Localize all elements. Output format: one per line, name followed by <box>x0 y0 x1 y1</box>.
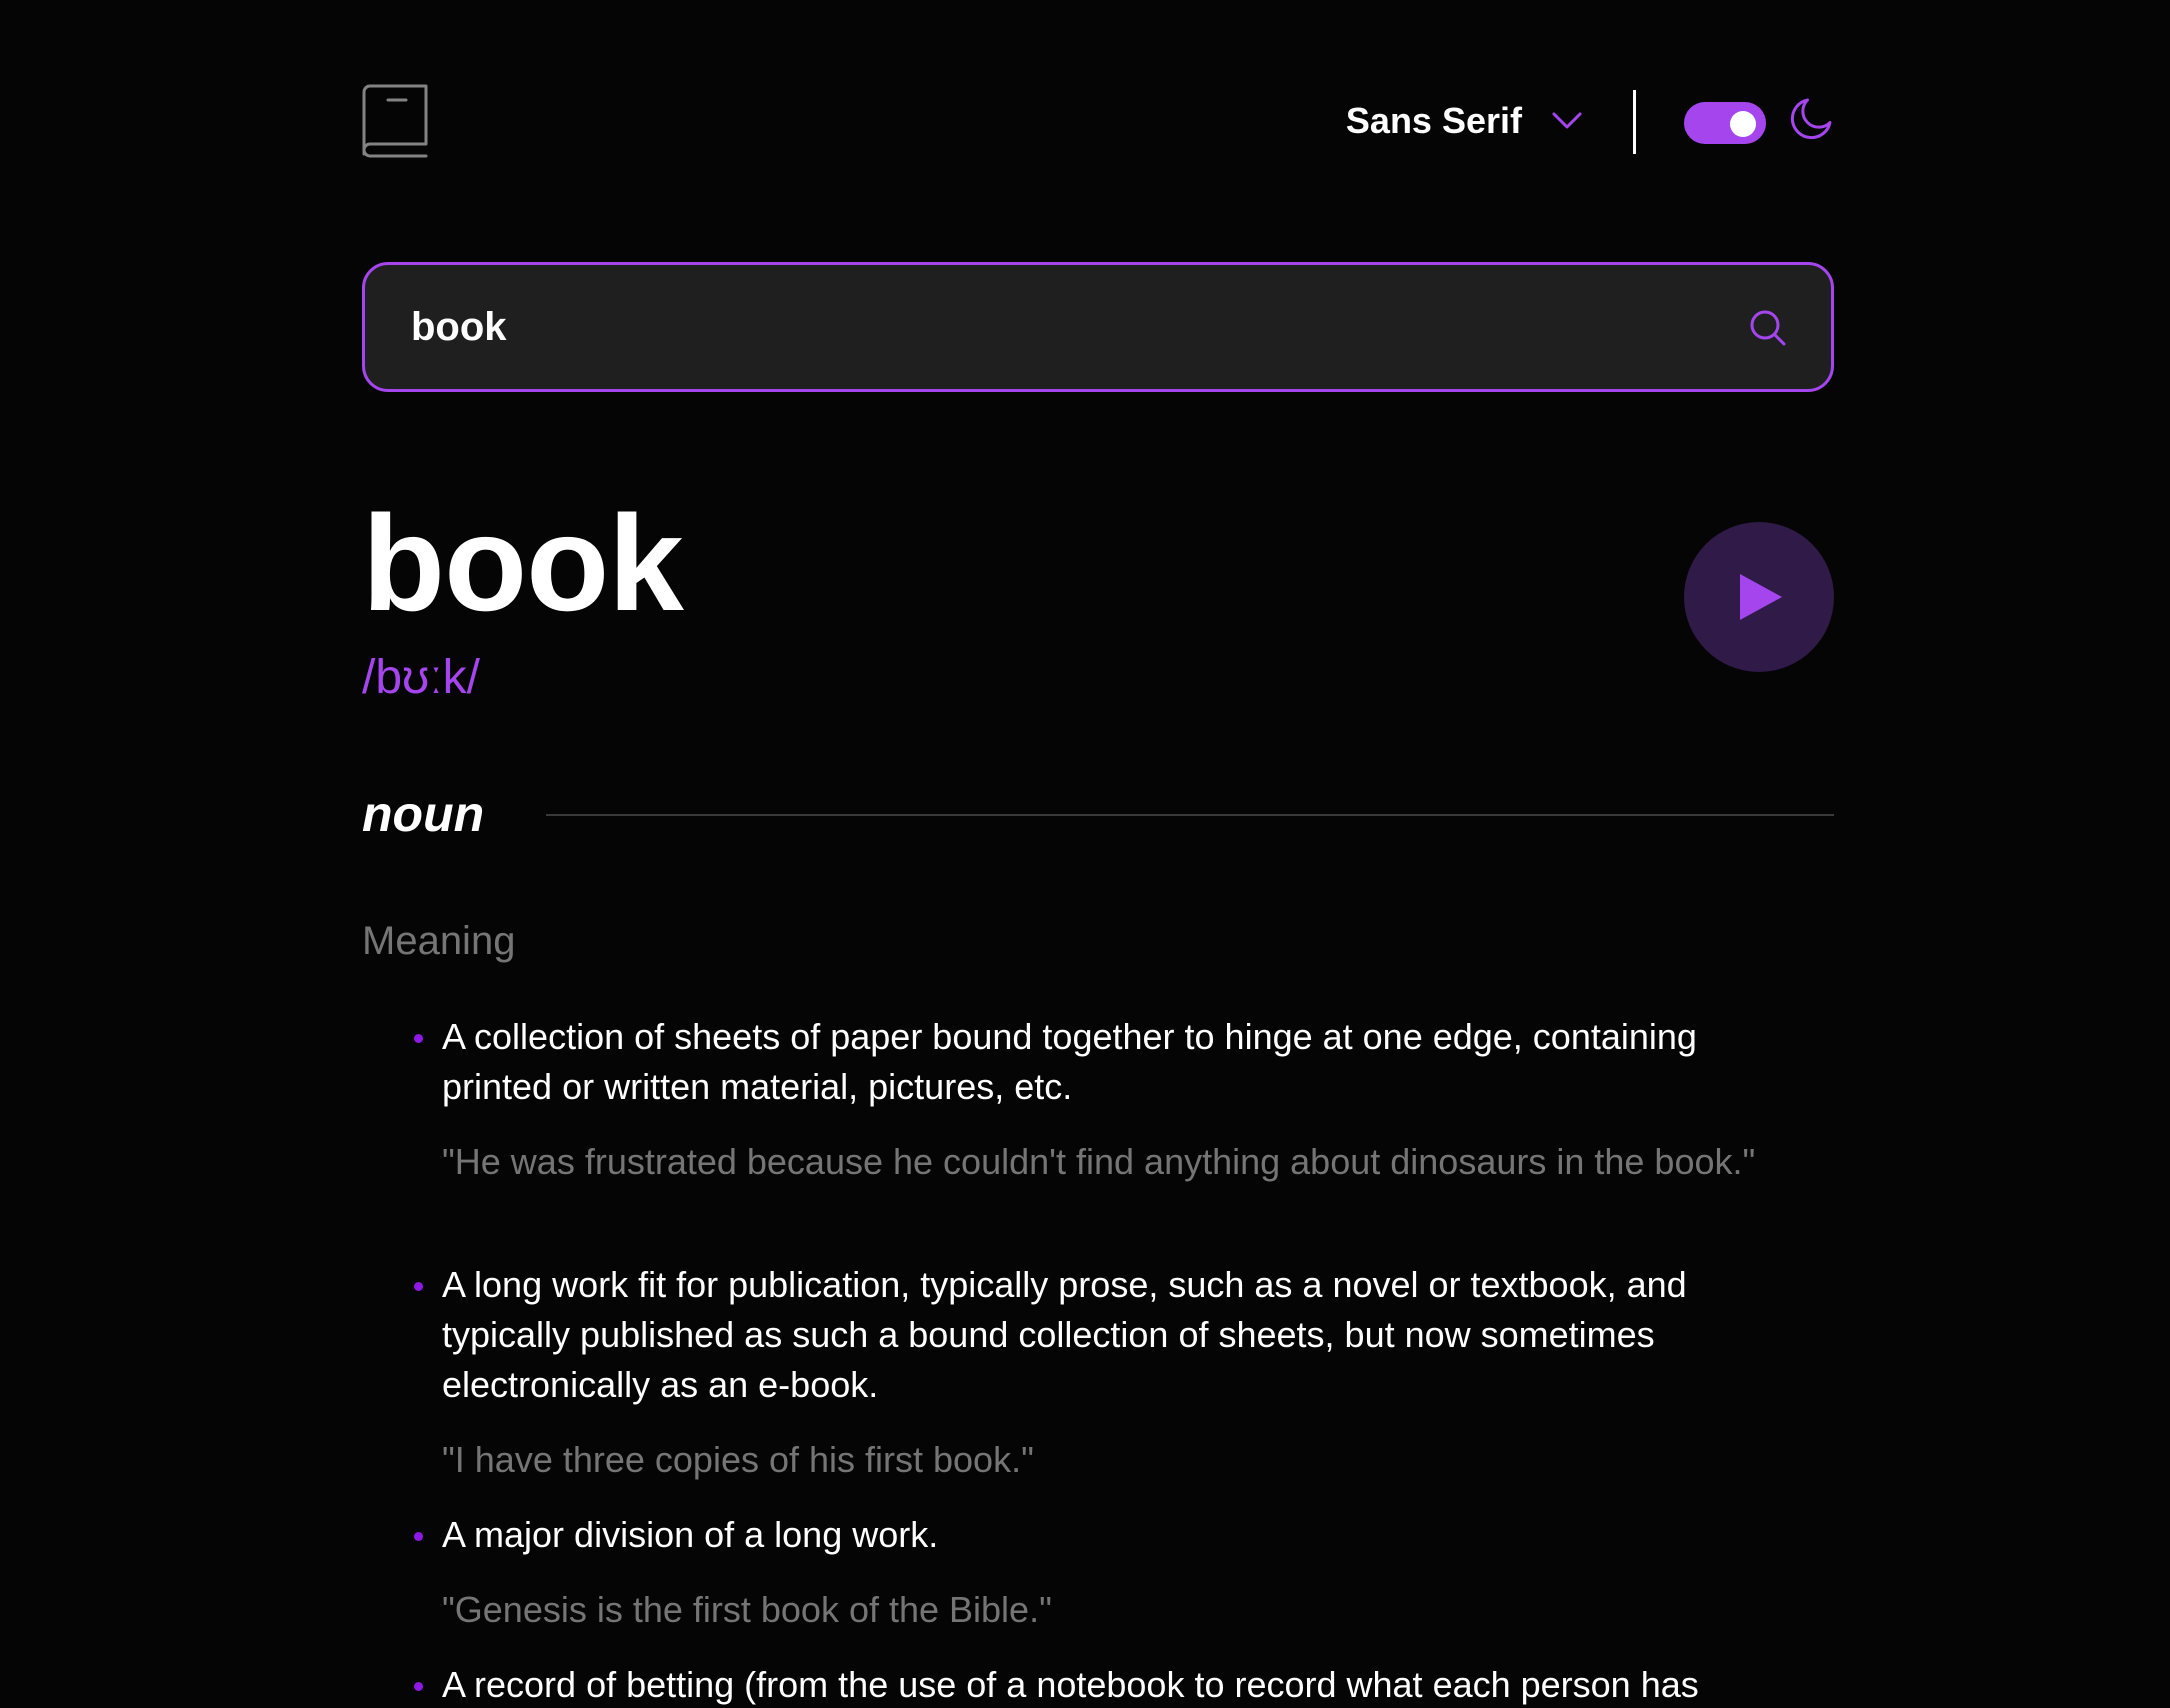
definition-text: A major division of a long work. <box>442 1514 939 1555</box>
search-icon[interactable] <box>1749 309 1787 347</box>
part-of-speech-divider <box>546 814 1834 816</box>
font-family-select[interactable]: Sans Serif <box>1346 96 1582 146</box>
definition-item: A record of betting (from the use of a n… <box>414 1660 1812 1708</box>
part-of-speech: noun <box>362 786 485 842</box>
search-bar <box>362 262 1834 392</box>
font-family-label: Sans Serif <box>1345 100 1522 141</box>
play-audio-button[interactable] <box>1684 522 1834 672</box>
bullet <box>414 1682 423 1691</box>
definition-item: A long work fit for publication, typical… <box>414 1260 1812 1484</box>
definition-example: "He was frustrated because he couldn't f… <box>442 1141 1756 1182</box>
definition-example: "I have three copies of his first book." <box>442 1439 1034 1480</box>
definition-item: A major division of a long work. "Genesi… <box>414 1510 1812 1634</box>
definition-example: "Genesis is the first book of the Bible.… <box>442 1589 1052 1630</box>
definition-text: A long work fit for publication, typical… <box>442 1264 1687 1405</box>
bullet <box>414 1034 423 1043</box>
dictionary-page: Sans Serif book /bʊːk/ <box>0 0 2170 1708</box>
definition-item: A collection of sheets of paper bound to… <box>414 1012 1812 1186</box>
definition-text: A record of betting (from the use of a n… <box>442 1664 1699 1705</box>
phonetic-text: /bʊːk/ <box>362 651 480 704</box>
chevron-down-icon <box>1552 112 1582 129</box>
book-logo-icon[interactable] <box>362 84 428 160</box>
app-header: Sans Serif <box>362 84 1834 160</box>
meaning-label: Meaning <box>362 919 516 963</box>
theme-toggle[interactable] <box>1684 102 1766 144</box>
bullet <box>414 1282 423 1291</box>
toggle-knob <box>1730 111 1756 137</box>
word-title: book <box>362 487 684 639</box>
search-input[interactable] <box>411 265 1711 389</box>
bullet <box>414 1532 423 1541</box>
definition-text: A collection of sheets of paper bound to… <box>442 1016 1697 1107</box>
moon-icon <box>1790 98 1832 140</box>
play-icon <box>1740 574 1782 620</box>
header-divider <box>1633 90 1636 154</box>
